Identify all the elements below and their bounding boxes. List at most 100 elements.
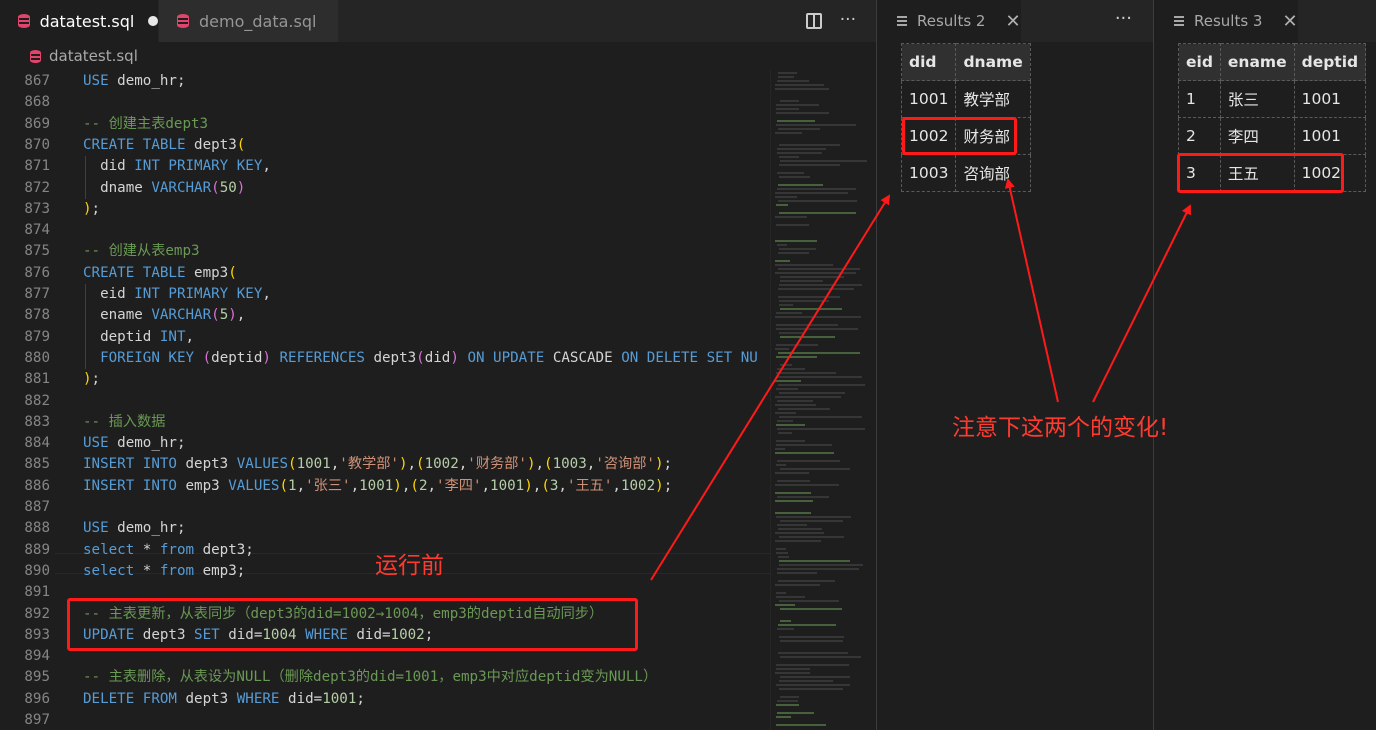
code-line[interactable]: 880 FOREIGN KEY (deptid) REFERENCES dept…: [0, 348, 770, 369]
code-line[interactable]: 871 did INT PRIMARY KEY,: [0, 156, 770, 177]
table-row[interactable]: 1001 教学部: [900, 80, 1031, 118]
table-row[interactable]: 1003 咨询部: [900, 154, 1031, 192]
tab-demo-data-sql[interactable]: demo_data.sql: [158, 0, 338, 42]
column-header[interactable]: deptid: [1293, 43, 1367, 81]
table-cell[interactable]: 1001: [1293, 80, 1367, 118]
minimap-line: [779, 212, 856, 214]
code-line[interactable]: 882: [0, 391, 770, 412]
table-cell[interactable]: 张三: [1219, 80, 1295, 118]
minimap-line: [778, 268, 860, 270]
code-line[interactable]: 877 eid INT PRIMARY KEY,: [0, 284, 770, 305]
table-cell[interactable]: 咨询部: [955, 154, 1031, 192]
code-line[interactable]: 873);: [0, 199, 770, 220]
minimap-line: [776, 356, 817, 358]
editor-tab-bar: datatest.sql demo_data.sql ···: [0, 0, 876, 42]
code-line[interactable]: 884 USE demo_hr;: [0, 433, 770, 454]
minimap-line: [779, 164, 840, 166]
code-line[interactable]: 875 -- 创建从表emp3: [0, 241, 770, 262]
column-header[interactable]: ename: [1219, 43, 1295, 81]
more-actions-icon[interactable]: ···: [1115, 8, 1132, 29]
line-number: 871: [24, 158, 50, 175]
breadcrumb[interactable]: datatest.sql: [0, 42, 876, 70]
minimap-line: [779, 636, 844, 638]
indent-guide: [85, 284, 86, 370]
code-line[interactable]: 874: [0, 220, 770, 241]
table-cell[interactable]: 1003: [900, 154, 957, 192]
minimap-line: [776, 716, 791, 718]
table-cell[interactable]: 1001: [900, 80, 957, 118]
minimap[interactable]: [770, 70, 876, 730]
code-line[interactable]: 883 -- 插入数据: [0, 412, 770, 433]
code-text: );: [83, 371, 101, 388]
unsaved-dot-icon[interactable]: [148, 16, 158, 26]
code-line[interactable]: 872 dname VARCHAR(50): [0, 178, 770, 199]
minimap-line: [775, 584, 820, 586]
code-line[interactable]: 879 deptid INT,: [0, 327, 770, 348]
line-number: 876: [24, 264, 50, 281]
minimap-line: [775, 348, 789, 350]
table-cell[interactable]: 2: [1178, 117, 1221, 155]
table-cell[interactable]: 李四: [1219, 117, 1295, 155]
minimap-line: [778, 580, 835, 582]
line-number: 868: [24, 94, 50, 111]
code-line[interactable]: 876 CREATE TABLE emp3(: [0, 263, 770, 284]
code-line[interactable]: 886 INSERT INTO emp3 VALUES(1,'张三',1001),…: [0, 476, 770, 497]
column-header[interactable]: did: [900, 43, 957, 81]
change-note-annotation: 注意下这两个的变化!: [952, 415, 1169, 441]
table-row[interactable]: 2 李四 1001: [1178, 117, 1367, 155]
minimap-line: [777, 572, 817, 574]
line-number: 878: [24, 307, 50, 324]
code-text: select * from emp3;: [83, 562, 246, 579]
line-number: 870: [24, 136, 50, 153]
minimap-line: [780, 620, 791, 622]
minimap-line: [780, 696, 799, 698]
code-line[interactable]: 895 -- 主表删除，从表设为NULL（删除dept3的did=1001，emp…: [0, 667, 770, 688]
table-cell[interactable]: 1: [1178, 80, 1221, 118]
tab-results-3[interactable]: Results 3 ✕: [1154, 0, 1298, 42]
minimap-line: [775, 396, 841, 398]
table-cell[interactable]: 1001: [1293, 117, 1367, 155]
minimap-line: [778, 76, 794, 78]
code-text: -- 主表删除，从表设为NULL（删除dept3的did=1001，emp3中对…: [83, 669, 658, 686]
code-line[interactable]: 878 ename VARCHAR(5),: [0, 305, 770, 326]
close-icon[interactable]: ✕: [1005, 11, 1020, 32]
code-line[interactable]: 868: [0, 92, 770, 113]
code-line[interactable]: 888 USE demo_hr;: [0, 518, 770, 539]
minimap-line: [776, 592, 786, 594]
minimap-line: [776, 424, 805, 426]
minimap-line: [777, 712, 814, 714]
code-line[interactable]: 897: [0, 710, 770, 730]
minimap-line: [775, 132, 802, 134]
more-actions-icon[interactable]: ···: [840, 10, 856, 30]
minimap-line: [780, 608, 842, 610]
close-icon[interactable]: ✕: [1282, 11, 1297, 32]
code-line[interactable]: 881);: [0, 369, 770, 390]
code-line[interactable]: 887: [0, 497, 770, 518]
table-row[interactable]: 1 张三 1001: [1178, 80, 1367, 118]
breadcrumb-file[interactable]: datatest.sql: [49, 47, 138, 65]
results-3-label: Results 3: [1194, 12, 1263, 30]
minimap-line: [775, 492, 811, 494]
code-line[interactable]: 870 CREATE TABLE dept3(: [0, 135, 770, 156]
code-line[interactable]: 869 -- 创建主表dept3: [0, 114, 770, 135]
minimap-line: [780, 280, 823, 282]
minimap-line: [777, 152, 822, 154]
tab-results-2[interactable]: Results 2 ✕: [877, 0, 1021, 42]
code-line[interactable]: 896 DELETE FROM dept3 WHERE did=1001;: [0, 689, 770, 710]
tab-datatest-sql[interactable]: datatest.sql: [0, 0, 158, 42]
minimap-line: [776, 668, 810, 670]
table-cell[interactable]: 教学部: [955, 80, 1031, 118]
minimap-line: [775, 472, 809, 474]
minimap-line: [779, 144, 840, 146]
minimap-line: [778, 200, 857, 202]
minimap-line: [779, 688, 843, 690]
minimap-line: [779, 536, 844, 538]
column-header[interactable]: eid: [1178, 43, 1221, 81]
column-header[interactable]: dname: [955, 43, 1031, 81]
minimap-line: [777, 420, 793, 422]
code-line[interactable]: 885 INSERT INTO dept3 VALUES(1001,'教学部'),…: [0, 454, 770, 475]
code-line[interactable]: 867 USE demo_hr;: [0, 71, 770, 92]
minimap-line: [775, 316, 861, 318]
code-text: CREATE TABLE dept3(: [83, 136, 246, 153]
split-editor-icon[interactable]: [805, 13, 822, 29]
